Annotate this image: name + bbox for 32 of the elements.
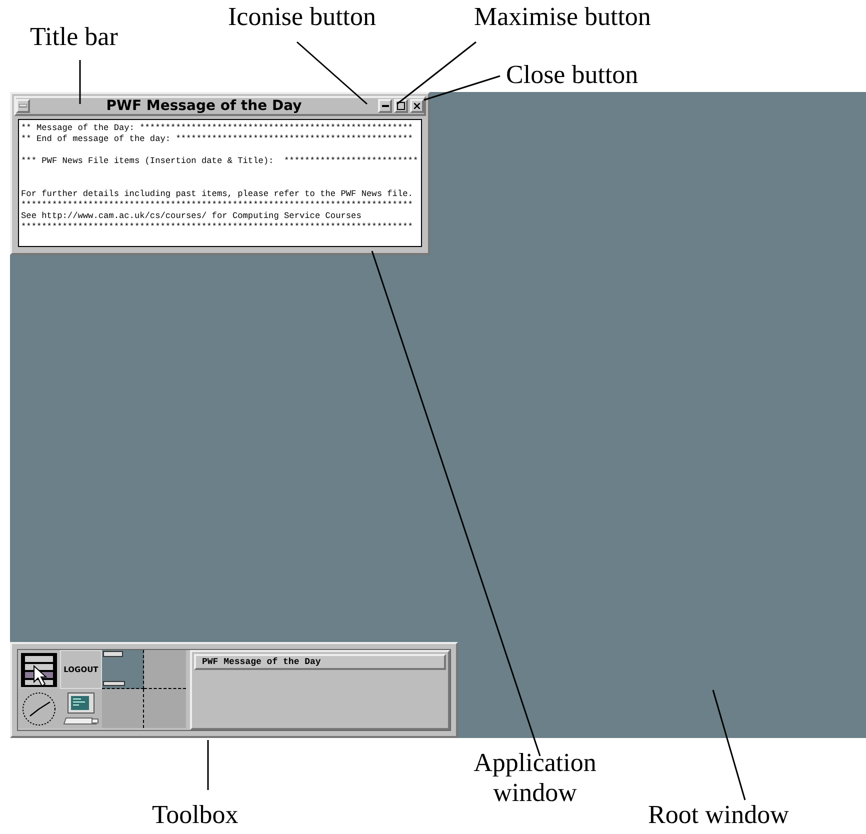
- message-line: ****************************************************************************: [21, 222, 414, 233]
- message-line: For further details including past items, please refer to the PWF News file.: [21, 189, 414, 200]
- maximise-button[interactable]: [394, 99, 408, 113]
- task-button[interactable]: PWF Message of the Day: [194, 654, 446, 670]
- mini-window-icon: [103, 681, 125, 686]
- desktop-pager[interactable]: [102, 650, 186, 728]
- annotation-label: Iconise button: [228, 2, 376, 32]
- message-line: ** End of message of the day: **********************************************: [21, 134, 414, 145]
- annotation-label: Root window: [648, 800, 789, 830]
- annotation-label: Application window: [472, 748, 598, 808]
- annotation-label: Title bar: [30, 22, 118, 52]
- leader-line: [207, 740, 209, 790]
- window-pointer-icon[interactable]: [20, 652, 58, 688]
- leader-line: [79, 60, 81, 104]
- clock-icon[interactable]: [20, 690, 58, 726]
- message-line: See http://www.cam.ac.uk/cs/courses/ for Computing Service Courses: [21, 211, 362, 222]
- annotation-label: Toolbox: [152, 800, 238, 830]
- computer-icon[interactable]: [62, 690, 100, 726]
- close-icon: [414, 103, 420, 109]
- iconise-button[interactable]: [378, 99, 392, 113]
- annotation-label: Close button: [506, 60, 638, 90]
- close-button[interactable]: [410, 99, 424, 113]
- minimize-icon: [382, 105, 388, 107]
- message-line: *** PWF News File items (Insertion date & Title): **************************: [21, 156, 419, 167]
- bar-icon: [19, 104, 27, 108]
- annotation-label: Maximise button: [474, 2, 651, 32]
- mini-window-icon: [103, 651, 123, 657]
- message-line: ** Message of the Day: *****************************************************: [21, 123, 414, 134]
- maximize-icon: [397, 102, 405, 110]
- window-menu-button[interactable]: [16, 99, 30, 113]
- window-title: PWF Message of the Day: [105, 98, 303, 114]
- message-line: ****************************************************************************: [21, 200, 414, 211]
